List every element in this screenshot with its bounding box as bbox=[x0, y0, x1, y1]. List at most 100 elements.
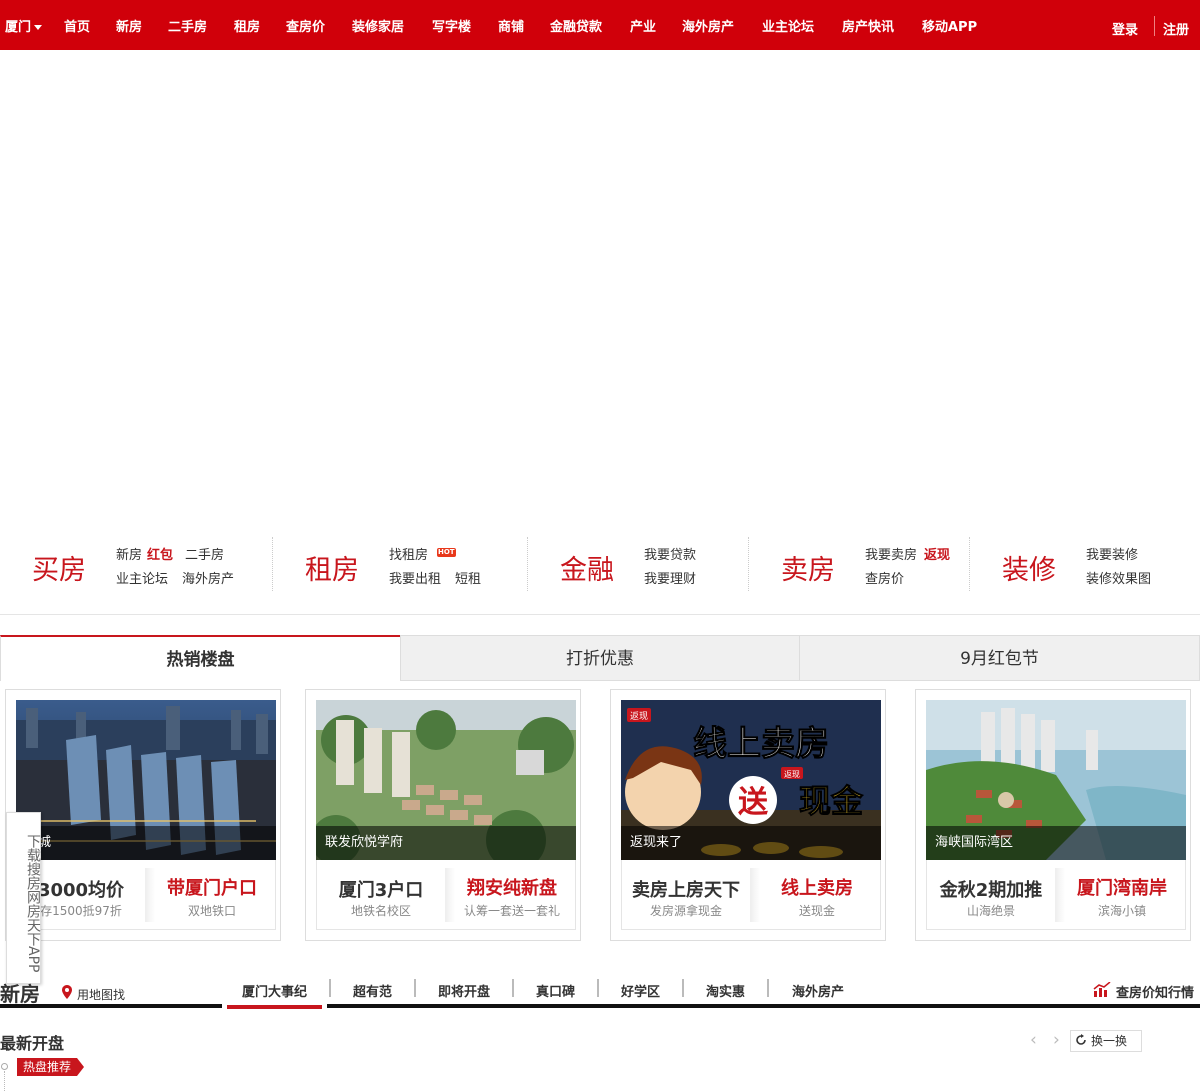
banner-tag: 返现 bbox=[630, 710, 648, 722]
active-tab-indicator bbox=[227, 1005, 322, 1009]
category-link-redpacket[interactable]: 红包 bbox=[147, 544, 173, 563]
tab-upcoming[interactable]: 即将开盘 bbox=[438, 981, 490, 1000]
property-subline: 山海绝景 bbox=[966, 904, 1015, 918]
category-link-decor-gallery[interactable]: 装修效果图 bbox=[1086, 568, 1151, 587]
nav-new-homes[interactable]: 新房 bbox=[116, 16, 142, 35]
hot-badge-icon: HOT bbox=[437, 548, 456, 557]
category-link-forum[interactable]: 业主论坛 bbox=[116, 568, 168, 587]
tab-school-district[interactable]: 好学区 bbox=[621, 981, 660, 1000]
category-sell-title[interactable]: 卖房 bbox=[781, 548, 835, 587]
property-info: 卖房上房天下 发房源拿现金 线上卖房 送现金 bbox=[621, 860, 881, 930]
category-finance-title[interactable]: 金融 bbox=[560, 548, 614, 587]
property-info: 厦门3户口 地铁名校区 翔安纯新盘 认筹一套送一套礼 bbox=[316, 860, 576, 930]
property-card[interactable]: 联发欣悦学府 厦门3户口 地铁名校区 翔安纯新盘 认筹一套送一套礼 bbox=[305, 689, 581, 941]
nav-decoration[interactable]: 装修家居 bbox=[352, 16, 404, 35]
prev-arrow-icon[interactable]: ‹ bbox=[1030, 1030, 1037, 1050]
category-link-loan[interactable]: 我要贷款 bbox=[644, 544, 696, 563]
nav-forum[interactable]: 业主论坛 bbox=[762, 16, 814, 35]
property-image[interactable]: 联发欣悦学府 bbox=[316, 700, 576, 860]
property-info: 3000均价 存1500抵97折 带厦门户口 双地铁口 bbox=[16, 860, 276, 930]
hot-recommend-tag: 热盘推荐 bbox=[17, 1058, 85, 1076]
tab-bargains[interactable]: 淘实惠 bbox=[706, 981, 745, 1000]
location-pin-icon bbox=[62, 985, 72, 999]
property-caption: 澳城 bbox=[16, 826, 276, 860]
tab-red-packet[interactable]: 9月红包节 bbox=[799, 635, 1200, 681]
refresh-icon bbox=[1076, 1034, 1086, 1045]
property-subline: 发房源拿现金 bbox=[649, 904, 722, 918]
category-link-cashback[interactable]: 返现 bbox=[924, 544, 950, 563]
map-search-link[interactable]: 用地图找 bbox=[77, 986, 125, 1003]
refresh-button[interactable]: 换一换 bbox=[1070, 1030, 1142, 1052]
category-buy-title[interactable]: 买房 bbox=[32, 548, 86, 587]
property-card[interactable]: 海峡国际湾区 金秋2期加推 山海绝景 厦门湾南岸 滨海小镇 bbox=[915, 689, 1191, 941]
nav-price[interactable]: 查房价 bbox=[286, 16, 325, 35]
category-link-second-hand[interactable]: 二手房 bbox=[185, 544, 224, 563]
app-download-float[interactable]: 下载搜房网房天下APP bbox=[6, 812, 41, 984]
section-title: 新房 bbox=[0, 982, 40, 1006]
nav-rent[interactable]: 租房 bbox=[234, 16, 260, 35]
category-divider bbox=[272, 537, 273, 591]
tab-overseas[interactable]: 海外房产 bbox=[792, 981, 844, 1000]
property-highlight: 翔安纯新盘 bbox=[467, 878, 557, 899]
tab-discount[interactable]: 打折优惠 bbox=[400, 635, 800, 681]
property-caption: 返现来了 bbox=[621, 826, 881, 860]
divider bbox=[0, 614, 1200, 615]
category-divider bbox=[969, 537, 970, 591]
banner-tag: 返现 bbox=[784, 770, 800, 779]
property-card[interactable]: 返现 线上卖房 送 返现 现金 返现来了 卖房上房天下 发房源拿现金 线上卖房 … bbox=[610, 689, 886, 941]
property-caption: 海峡国际湾区 bbox=[926, 826, 1186, 860]
property-caption: 联发欣悦学府 bbox=[316, 826, 576, 860]
nav-finance[interactable]: 金融贷款 bbox=[550, 16, 602, 35]
category-link-wealth[interactable]: 我要理财 bbox=[644, 568, 696, 587]
category-link-decorate[interactable]: 我要装修 bbox=[1086, 544, 1138, 563]
divider bbox=[512, 979, 514, 997]
promo-banner[interactable]: 返现 线上卖房 送 返现 现金 返现来了 bbox=[621, 700, 881, 860]
nav-shops[interactable]: 商铺 bbox=[498, 16, 524, 35]
chevron-down-icon bbox=[34, 25, 43, 30]
category-link-overseas[interactable]: 海外房产 bbox=[182, 568, 234, 587]
next-arrow-icon[interactable]: › bbox=[1053, 1030, 1060, 1050]
register-link[interactable]: 注册 bbox=[1163, 19, 1189, 38]
property-card[interactable]: 澳城 3000均价 存1500抵97折 带厦门户口 双地铁口 bbox=[5, 689, 281, 941]
nav-industry[interactable]: 产业 bbox=[630, 16, 656, 35]
property-headline: 厦门3户口 bbox=[338, 880, 424, 901]
property-image[interactable]: 澳城 bbox=[16, 700, 276, 860]
nav-divider bbox=[1154, 16, 1155, 36]
category-link-check-price[interactable]: 查房价 bbox=[865, 568, 904, 587]
category-rent-title[interactable]: 租房 bbox=[305, 548, 359, 587]
category-link-let-out[interactable]: 我要出租 bbox=[389, 568, 441, 587]
nav-overseas[interactable]: 海外房产 bbox=[682, 16, 734, 35]
divider bbox=[0, 1004, 222, 1008]
property-highlight: 厦门湾南岸 bbox=[1077, 878, 1167, 899]
property-image[interactable]: 海峡国际湾区 bbox=[926, 700, 1186, 860]
latest-opening-title: 最新开盘 bbox=[0, 1034, 65, 1053]
divider bbox=[414, 979, 416, 997]
property-info: 金秋2期加推 山海绝景 厦门湾南岸 滨海小镇 bbox=[926, 860, 1186, 930]
nav-mobile-app[interactable]: 移动APP bbox=[922, 16, 977, 35]
property-subline: 地铁名校区 bbox=[350, 904, 411, 918]
nav-news[interactable]: 房产快讯 bbox=[842, 16, 894, 35]
price-trend-icon bbox=[1093, 982, 1111, 997]
city-selector[interactable]: 厦门 bbox=[5, 16, 43, 35]
nav-second-hand[interactable]: 二手房 bbox=[168, 16, 207, 35]
divider bbox=[682, 979, 684, 997]
category-decor-title[interactable]: 装修 bbox=[1002, 548, 1056, 587]
tab-stylish[interactable]: 超有范 bbox=[353, 981, 392, 1000]
nav-office[interactable]: 写字楼 bbox=[432, 16, 471, 35]
price-trend-link[interactable]: 查房价知行情 bbox=[1116, 982, 1194, 1001]
banner-send: 送 bbox=[738, 785, 768, 820]
login-link[interactable]: 登录 bbox=[1112, 19, 1138, 38]
property-highlight: 带厦门户口 bbox=[167, 878, 257, 899]
nav-home[interactable]: 首页 bbox=[64, 16, 90, 35]
property-headline: 卖房上房天下 bbox=[632, 880, 740, 901]
category-link-new[interactable]: 新房 bbox=[116, 544, 142, 563]
tab-xiamen-events[interactable]: 厦门大事纪 bbox=[242, 981, 307, 1000]
divider bbox=[329, 979, 331, 997]
category-link-short-rent[interactable]: 短租 bbox=[455, 568, 481, 587]
property-highlight-sub: 送现金 bbox=[798, 904, 835, 918]
tab-reviews[interactable]: 真口碑 bbox=[536, 981, 575, 1000]
category-link-find-rent[interactable]: 找租房 bbox=[389, 544, 428, 563]
tab-hot-sale[interactable]: 热销楼盘 bbox=[0, 635, 401, 681]
category-link-sell[interactable]: 我要卖房 bbox=[865, 544, 917, 563]
divider bbox=[767, 979, 769, 997]
